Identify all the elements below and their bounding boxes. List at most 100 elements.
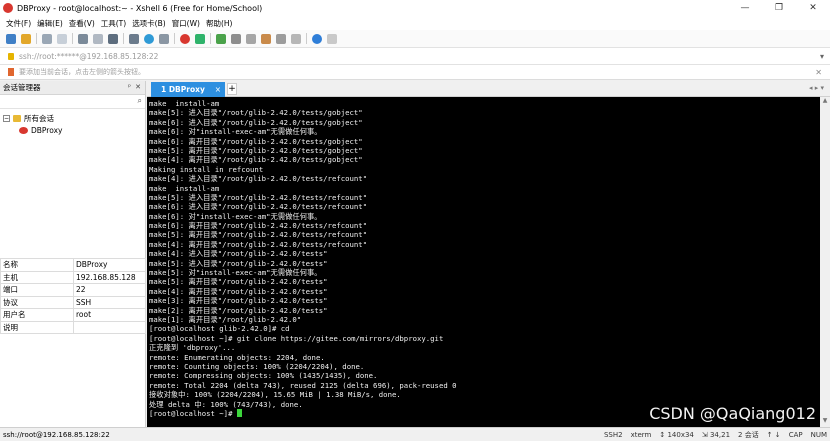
terminal-line: make[4]: 离开目录"/root/glib-2.42.0/tests/re… (149, 239, 368, 249)
menu-bar: 文件(F) 编辑(E) 查看(V) 工具(T) 选项卡(B) 窗口(W) 帮助(… (0, 16, 830, 30)
xshell-app-icon (3, 3, 13, 13)
menu-tabs[interactable]: 选项卡(B) (132, 18, 166, 29)
property-row: 协议 SSH (0, 295, 146, 309)
maximize-button[interactable]: ❐ (762, 0, 796, 16)
toolbar-separator (123, 33, 124, 44)
terminal-line: make[5]: 离开目录"/root/glib-2.42.0/tests/go… (149, 145, 363, 155)
search-icon[interactable]: ⌕ (138, 96, 142, 106)
tree-node-dbproxy[interactable]: DBProxy (3, 124, 145, 136)
fullscreen-icon[interactable] (216, 33, 226, 44)
title-bar: DBProxy - root@localhost:~ - Xshell 6 (F… (0, 0, 830, 16)
new-tab-button[interactable]: + (227, 83, 237, 95)
tab-navigation-icon[interactable]: ◂ ▸ ▾ (809, 84, 824, 92)
terminal-line: remote: Compressing objects: 100% (1435/… (149, 371, 378, 381)
terminal-line: make[5]: 进入目录"/root/glib-2.42.0/tests/go… (149, 108, 363, 118)
color-scheme-icon[interactable] (159, 33, 169, 44)
xshell-icon[interactable] (180, 33, 190, 44)
terminal-line: make[4]: 进入目录"/root/glib-2.42.0/tests/re… (149, 174, 368, 184)
terminal-prompt: [root@localhost ~]# (149, 408, 237, 418)
terminal-line: make[2]: 离开目录"/root/glib-2.42.0/tests" (149, 305, 328, 315)
properties-icon[interactable] (78, 33, 88, 44)
lock-icon[interactable] (231, 33, 241, 44)
property-row: 说明 (0, 320, 146, 334)
property-value: 22 (73, 283, 146, 297)
session-manager-title: 会话管理器 (3, 83, 41, 92)
terminal-line: make[4]: 进入目录"/root/glib-2.42.0/tests" (149, 249, 328, 259)
property-value: SSH (73, 295, 146, 309)
menu-file[interactable]: 文件(F) (6, 18, 31, 29)
new-session-icon[interactable] (6, 33, 16, 44)
tab-list-icon[interactable] (291, 33, 301, 44)
connect-icon[interactable] (42, 33, 52, 44)
chat-icon[interactable] (327, 33, 337, 44)
status-size: ↕ 140x34 (659, 430, 694, 439)
terminal-line: make[5]: 对"install-exec-am"无需做任何事。 (149, 268, 322, 278)
tree-node-all-sessions[interactable]: − 所有会话 (3, 112, 145, 124)
collapse-icon[interactable]: − (3, 114, 10, 122)
terminal-line: 接收对象中: 100% (2204/2204), 15.65 MiB | 1.3… (149, 390, 401, 400)
hint-text: 要添加当前会话，点击左侧的箭头按钮。 (19, 68, 145, 76)
layout-icon[interactable] (129, 33, 139, 44)
terminal-line: make install-am (149, 99, 220, 108)
menu-edit[interactable]: 编辑(E) (37, 18, 63, 29)
property-value: root (73, 308, 146, 322)
script-icon[interactable] (261, 33, 271, 44)
session-tree: − 所有会话 DBProxy (0, 109, 145, 136)
status-caps: CAP (788, 430, 803, 439)
minimize-button[interactable]: — (728, 0, 762, 16)
terminal-line: make[6]: 对"install-exec-am"无需做任何事。 (149, 211, 322, 221)
help-icon[interactable] (312, 33, 322, 44)
hint-close-icon[interactable]: ✕ (815, 68, 822, 77)
property-key: 端口 (0, 283, 74, 297)
bookmark-icon[interactable] (8, 68, 14, 76)
status-connection: ssh://root@192.168.85.128:22 (3, 430, 110, 439)
menu-tools[interactable]: 工具(T) (101, 18, 126, 29)
address-bar[interactable]: ssh://root:******@192.168.85.128:22 ▾ (0, 48, 830, 65)
open-folder-icon[interactable] (21, 33, 31, 44)
terminal-line: make[6]: 进入目录"/root/glib-2.42.0/tests/re… (149, 202, 368, 212)
toolbar-separator (306, 33, 307, 44)
address-input[interactable]: ssh://root:******@192.168.85.128:22 (19, 52, 158, 61)
toolbar-separator (174, 33, 175, 44)
menu-help[interactable]: 帮助(H) (206, 18, 233, 29)
menu-view[interactable]: 查看(V) (69, 18, 95, 29)
close-window-button[interactable]: ✕ (796, 0, 830, 16)
tab-label: 1 DBProxy (161, 85, 205, 94)
status-bar: ssh://root@192.168.85.128:22 SSH2 xterm … (0, 427, 830, 441)
scroll-up-icon[interactable]: ▲ (820, 97, 830, 107)
address-dropdown-icon[interactable]: ▾ (820, 52, 824, 61)
xftp-icon[interactable] (195, 33, 205, 44)
tab-bar: 1 DBProxy × + ◂ ▸ ▾ (147, 81, 830, 97)
session-manager-header: 会话管理器 ᵖ ✕ (0, 81, 145, 95)
property-key: 说明 (0, 320, 74, 334)
globe-icon[interactable] (144, 33, 154, 44)
compose-icon[interactable] (276, 33, 286, 44)
terminal-output[interactable]: make install-am make[5]: 进入目录"/root/glib-… (147, 97, 820, 427)
disconnect-icon[interactable] (57, 33, 67, 44)
property-key: 用户名 (0, 308, 74, 322)
tree-node-label: DBProxy (31, 125, 63, 135)
scroll-down-icon[interactable]: ▼ (820, 417, 830, 427)
property-value: DBProxy (73, 258, 146, 272)
terminal-line: make[5]: 进入目录"/root/glib-2.42.0/tests/re… (149, 192, 368, 202)
property-key: 主机 (0, 270, 74, 284)
folder-icon (13, 114, 21, 122)
terminal-scrollbar[interactable]: ▲ ▼ (820, 97, 830, 427)
pin-icon[interactable]: ᵖ (128, 83, 131, 91)
terminal-line: make[6]: 进入目录"/root/glib-2.42.0/tests/go… (149, 117, 363, 127)
menu-window[interactable]: 窗口(W) (172, 18, 200, 29)
terminal-line: make[4]: 离开目录"/root/glib-2.42.0/tests/go… (149, 155, 363, 165)
session-search-input[interactable]: ⌕ (0, 95, 145, 109)
keyboard-icon[interactable] (246, 33, 256, 44)
property-row: 用户名 root (0, 308, 146, 322)
tab-dbproxy[interactable]: 1 DBProxy × (151, 82, 225, 97)
find-icon[interactable] (108, 33, 118, 44)
status-protocol: SSH2 (603, 430, 623, 439)
terminal-line: [root@localhost ~]# git clone https://gi… (149, 333, 444, 343)
property-key: 名称 (0, 258, 74, 272)
close-panel-icon[interactable]: ✕ (135, 83, 141, 91)
copy-icon[interactable] (93, 33, 103, 44)
tab-close-icon[interactable]: × (215, 85, 221, 94)
terminal-line: 正克隆到 'dbproxy'... (149, 343, 236, 353)
session-manager: 会话管理器 ᵖ ✕ ⌕ − 所有会话 DBProxy (0, 81, 146, 427)
